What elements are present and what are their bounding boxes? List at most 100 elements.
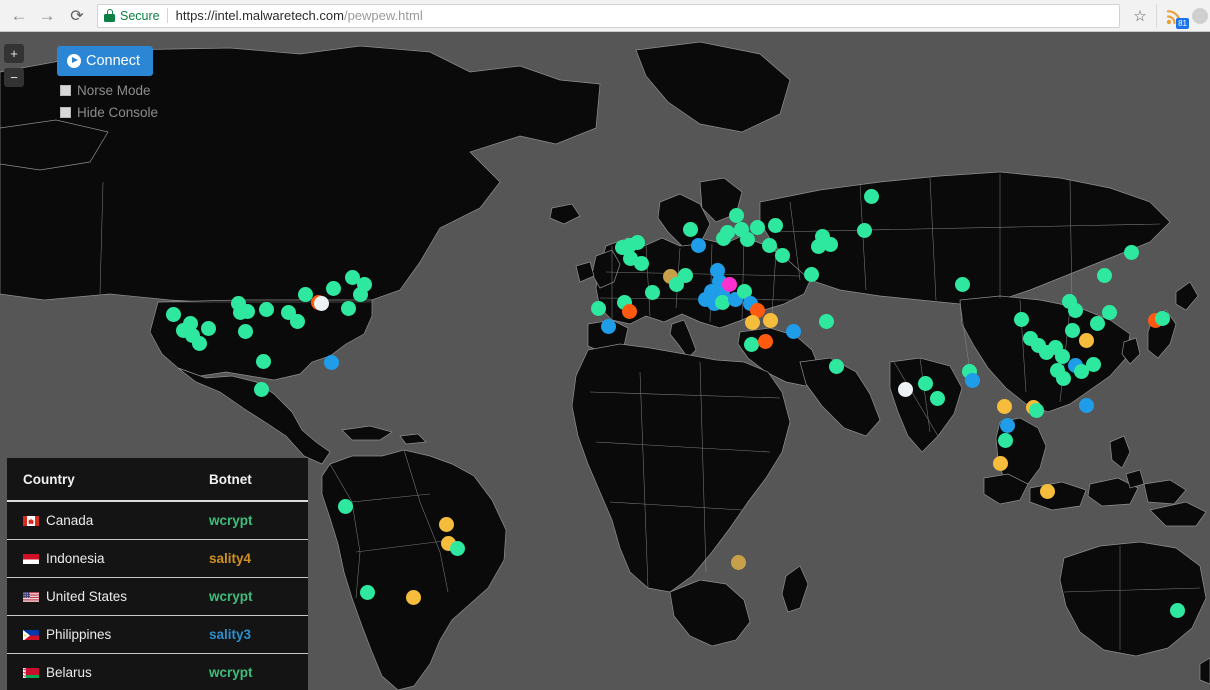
botnet-dot[interactable] (897, 381, 913, 397)
botnet-dot[interactable] (289, 313, 305, 329)
botnet-dot[interactable] (996, 398, 1012, 414)
botnet-dot[interactable] (761, 237, 777, 253)
botnet-dot[interactable] (803, 266, 819, 282)
botnet-dot[interactable] (719, 224, 735, 240)
botnet-dot[interactable] (255, 353, 271, 369)
botnet-dot[interactable] (1055, 370, 1071, 386)
botnet-dot[interactable] (438, 516, 454, 532)
botnet-dot[interactable] (762, 312, 778, 328)
botnet-dot[interactable] (1064, 322, 1080, 338)
botnet-dot[interactable] (749, 219, 765, 235)
botnet-dot[interactable] (325, 280, 341, 296)
botnet-dot[interactable] (340, 300, 356, 316)
botnet-dot[interactable] (785, 323, 801, 339)
botnet-dot[interactable] (1078, 332, 1094, 348)
botnet-dot[interactable] (728, 207, 744, 223)
zoom-out-button[interactable]: − (4, 68, 24, 87)
profile-avatar[interactable] (1192, 7, 1208, 24)
botnet-dot[interactable] (1085, 356, 1101, 372)
botnet-dot[interactable] (822, 236, 838, 252)
botnet-dot[interactable] (863, 188, 879, 204)
botnet-dot[interactable] (1078, 397, 1094, 413)
botnet-dot[interactable] (644, 284, 660, 300)
botnet-dot[interactable] (449, 540, 465, 556)
botnet-dot[interactable] (1154, 310, 1170, 326)
rss-feed-icon[interactable]: 81 (1164, 5, 1189, 29)
forward-arrow-icon[interactable]: → (33, 2, 61, 30)
table-row[interactable]: Canada wcrypt (7, 501, 308, 540)
hide-console-checkbox[interactable] (60, 107, 71, 118)
botnet-dot[interactable] (253, 381, 269, 397)
botnet-dot[interactable] (313, 295, 329, 311)
world-threat-map[interactable]: + − Connect Norse Mode Hide Console Coun… (0, 32, 1210, 690)
lock-icon (104, 9, 115, 22)
botnet-dot[interactable] (992, 455, 1008, 471)
botnet-dot[interactable] (999, 417, 1015, 433)
botnet-dot[interactable] (744, 314, 760, 330)
botnet-dot[interactable] (600, 318, 616, 334)
botnet-dot[interactable] (739, 231, 755, 247)
botnet-dot[interactable] (323, 354, 339, 370)
norse-mode-checkbox[interactable] (60, 85, 71, 96)
botnet-name: wcrypt (209, 513, 253, 528)
botnet-dot[interactable] (767, 217, 783, 233)
botnet-dot[interactable] (757, 333, 773, 349)
botnet-dot[interactable] (1101, 304, 1117, 320)
botnet-dot[interactable] (730, 554, 746, 570)
botnet-dot[interactable] (337, 498, 353, 514)
botnet-dot[interactable] (828, 358, 844, 374)
botnet-dot[interactable] (1089, 315, 1105, 331)
zoom-in-button[interactable]: + (4, 44, 24, 63)
botnet-dot[interactable] (1028, 402, 1044, 418)
botnet-dot[interactable] (917, 375, 933, 391)
botnet-dot[interactable] (1054, 348, 1070, 364)
botnet-dot[interactable] (1013, 311, 1029, 327)
botnet-dot[interactable] (997, 432, 1013, 448)
botnet-dot[interactable] (677, 267, 693, 283)
botnet-dot[interactable] (929, 390, 945, 406)
table-row[interactable]: United States wcrypt (7, 577, 308, 616)
botnet-dot[interactable] (297, 286, 313, 302)
botnet-dot[interactable] (721, 276, 737, 292)
botnet-dot[interactable] (629, 234, 645, 250)
country-name: Belarus (46, 665, 92, 680)
botnet-dot[interactable] (954, 276, 970, 292)
botnet-dot[interactable] (682, 221, 698, 237)
botnet-dot[interactable] (774, 247, 790, 263)
botnet-dot[interactable] (356, 276, 372, 292)
back-arrow-icon[interactable]: ← (5, 2, 33, 30)
bookmark-star-icon[interactable]: ☆ (1128, 7, 1152, 25)
norse-mode-row[interactable]: Norse Mode (57, 83, 158, 98)
botnet-dot[interactable] (964, 372, 980, 388)
column-header-country[interactable]: Country (7, 458, 200, 502)
botnet-dot[interactable] (200, 320, 216, 336)
botnet-dot[interactable] (239, 303, 255, 319)
botnet-dot[interactable] (1039, 483, 1055, 499)
botnet-dot[interactable] (621, 303, 637, 319)
botnet-dot[interactable] (856, 222, 872, 238)
table-row[interactable]: Belarus wcrypt (7, 653, 308, 690)
cell-country: United States (7, 577, 200, 616)
botnet-dot[interactable] (1067, 302, 1083, 318)
connect-button[interactable]: Connect (57, 46, 154, 76)
botnet-dot[interactable] (165, 306, 181, 322)
botnet-dot[interactable] (1123, 244, 1139, 260)
botnet-dot[interactable] (743, 336, 759, 352)
address-bar[interactable]: Secure https://intel.malwaretech.com /pe… (97, 3, 1120, 28)
botnet-dot[interactable] (258, 301, 274, 317)
botnet-dot[interactable] (690, 237, 706, 253)
botnet-dot[interactable] (237, 323, 253, 339)
botnet-dot[interactable] (1096, 267, 1112, 283)
botnet-dot[interactable] (590, 300, 606, 316)
hide-console-row[interactable]: Hide Console (57, 105, 158, 120)
botnet-dot[interactable] (191, 335, 207, 351)
table-row[interactable]: Indonesia sality4 (7, 539, 308, 578)
reload-icon[interactable]: ⟳ (63, 2, 91, 30)
botnet-dot[interactable] (1169, 602, 1185, 618)
botnet-dot[interactable] (633, 255, 649, 271)
botnet-dot[interactable] (359, 584, 375, 600)
table-row[interactable]: Philippines sality3 (7, 615, 308, 654)
botnet-dot[interactable] (405, 589, 421, 605)
column-header-botnet[interactable]: Botnet (200, 458, 308, 502)
botnet-dot[interactable] (818, 313, 834, 329)
